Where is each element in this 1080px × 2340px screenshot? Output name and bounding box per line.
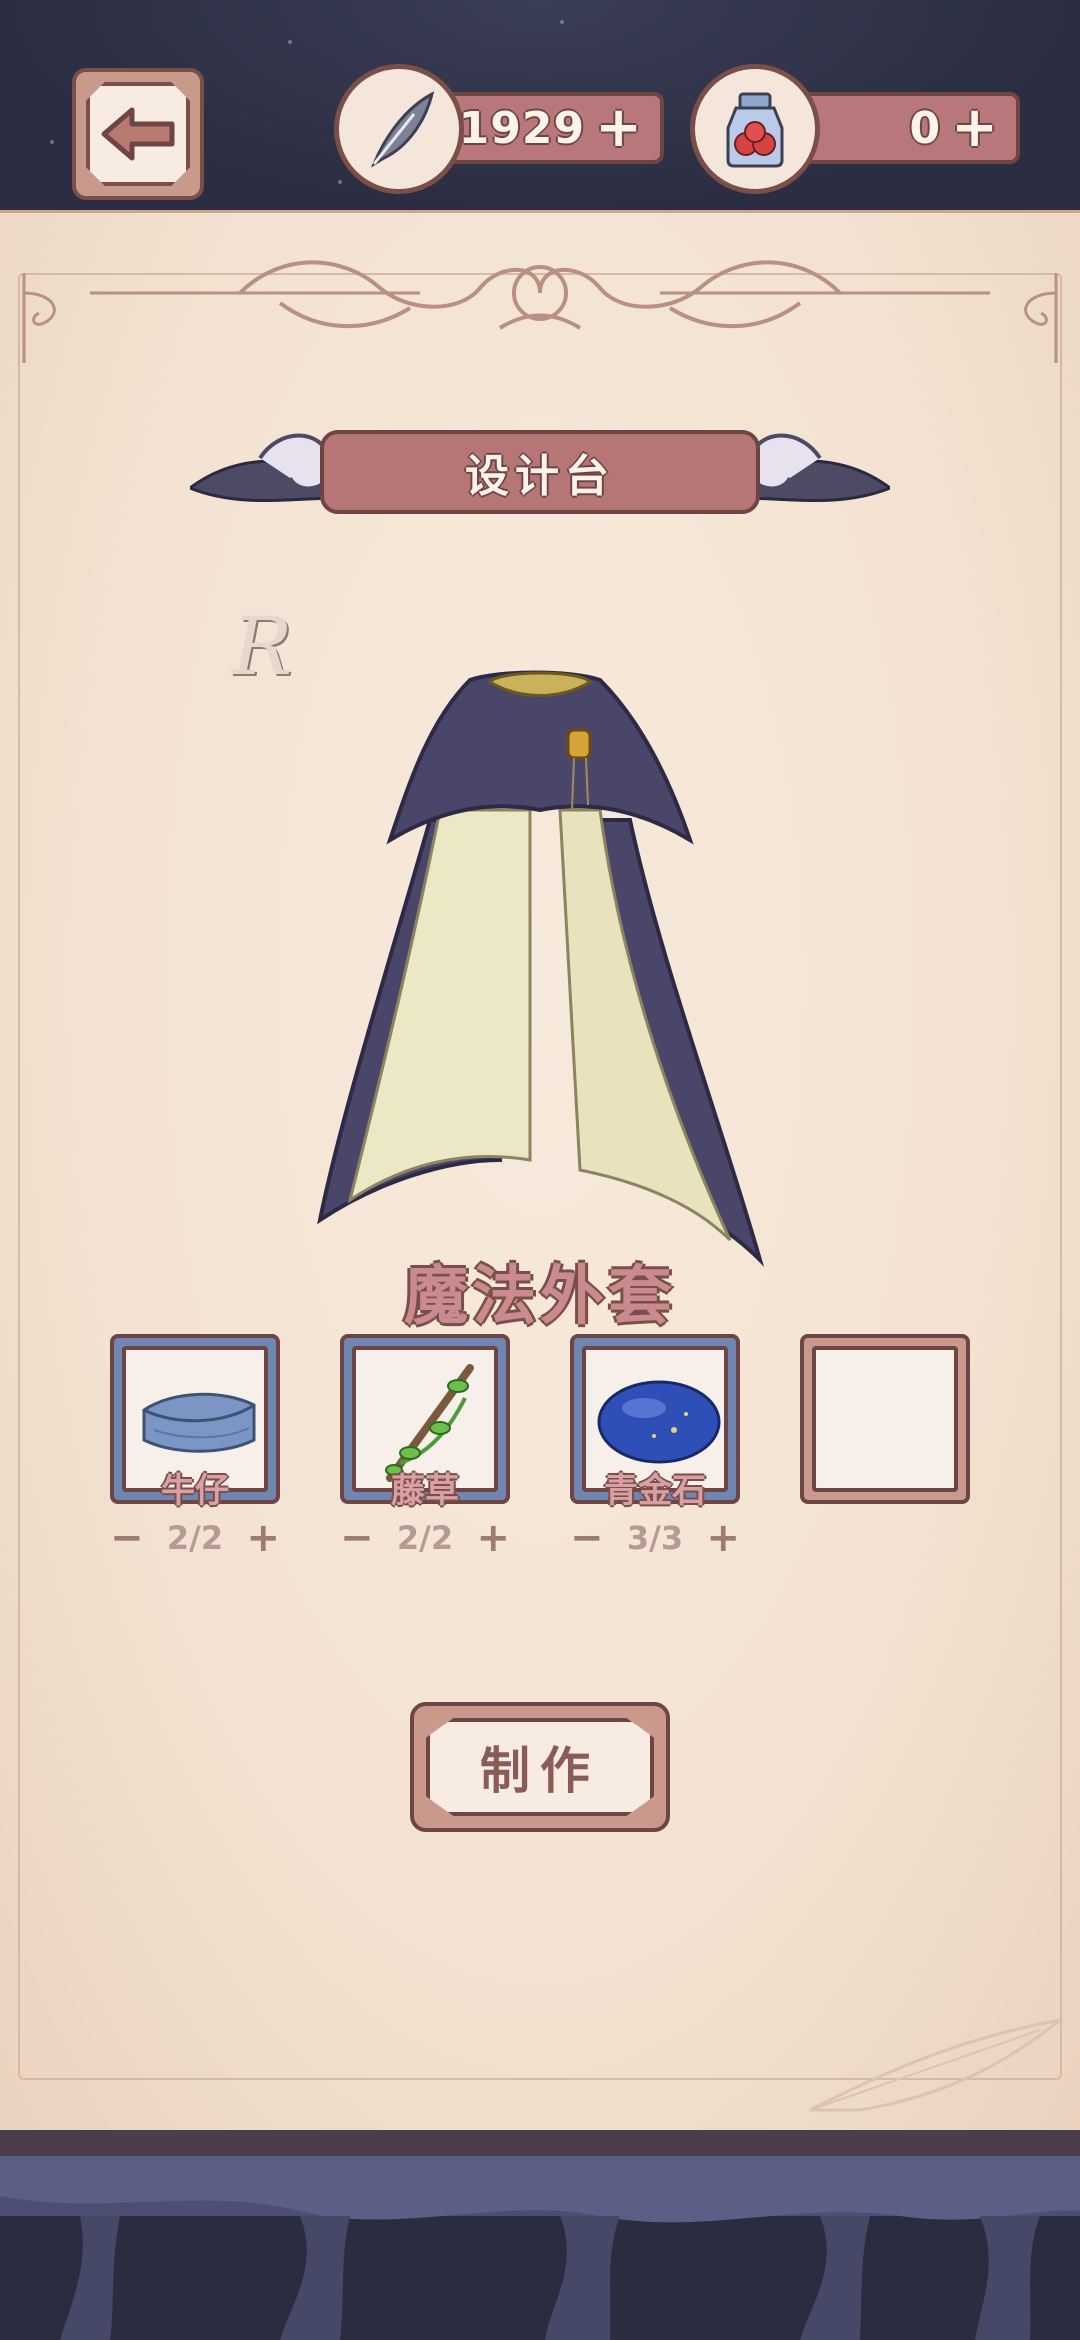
potion-resource: 0 + xyxy=(690,64,1020,194)
title-bar: 设计台 xyxy=(320,430,760,514)
decrease-button[interactable]: − xyxy=(110,1515,144,1561)
increase-button[interactable]: + xyxy=(246,1515,280,1561)
material-counter-1: − 2/2 + xyxy=(110,1515,280,1561)
material-counter-2: − 2/2 + xyxy=(340,1515,510,1561)
material-count: 2/2 xyxy=(396,1519,454,1557)
bottom-scenery xyxy=(0,2130,1080,2340)
material-count: 2/2 xyxy=(166,1519,224,1557)
rarity-mark: R xyxy=(232,600,293,693)
material-name: 牛仔 xyxy=(161,1471,229,1511)
star-decoration xyxy=(50,140,54,144)
quill-icon-holder xyxy=(334,64,464,194)
quill-resource: 1929 + xyxy=(334,64,664,194)
top-bar: 1929 + 0 + xyxy=(0,0,1080,210)
corner-flourish-icon xyxy=(1024,273,1058,363)
lapis-stone-icon xyxy=(597,1380,721,1464)
material-count: 3/3 xyxy=(626,1519,684,1557)
material-slot-2[interactable]: 藤草 xyxy=(340,1334,510,1511)
potion-icon-holder xyxy=(690,64,820,194)
arrow-left-icon xyxy=(101,107,175,161)
quill-count: 1929 xyxy=(458,102,586,154)
feather-decoration-icon xyxy=(809,2018,1061,2112)
material-slot-3[interactable]: 青金石 xyxy=(570,1334,740,1511)
back-button[interactable] xyxy=(72,68,204,200)
quill-icon xyxy=(370,91,435,168)
berry-jar-icon xyxy=(726,92,784,168)
material-slot-1[interactable]: 牛仔 xyxy=(110,1334,280,1511)
star-decoration xyxy=(288,40,292,44)
decrease-button[interactable]: − xyxy=(340,1515,374,1561)
potion-count: 0 xyxy=(909,102,942,154)
material-name: 青金石 xyxy=(604,1471,706,1511)
roots-decoration-icon xyxy=(0,2156,1080,2340)
star-decoration xyxy=(560,20,564,24)
craft-button-label: 制作 xyxy=(480,1742,600,1800)
magic-cloak-icon xyxy=(317,670,765,1267)
corner-flourish-icon xyxy=(22,273,56,363)
material-name: 藤草 xyxy=(391,1471,459,1511)
title-banner: 设计台 xyxy=(190,418,890,528)
item-name: 魔法外套 xyxy=(404,1260,676,1334)
add-potion-button[interactable]: + xyxy=(951,100,998,156)
material-counter-3: − 3/3 + xyxy=(570,1515,740,1561)
increase-button[interactable]: + xyxy=(476,1515,510,1561)
add-quill-button[interactable]: + xyxy=(595,100,642,156)
potion-counter-bar: 0 + xyxy=(800,92,1020,164)
decrease-button[interactable]: − xyxy=(570,1515,604,1561)
quill-counter-bar: 1929 + xyxy=(444,92,664,164)
increase-button[interactable]: + xyxy=(706,1515,740,1561)
shelf xyxy=(0,2130,1080,2159)
page-title: 设计台 xyxy=(465,451,615,502)
material-slot-empty[interactable] xyxy=(800,1334,970,1504)
ornament-flourish-icon xyxy=(90,260,990,330)
denim-fabric-icon xyxy=(142,1392,256,1453)
craft-button[interactable]: 制作 xyxy=(410,1702,670,1832)
